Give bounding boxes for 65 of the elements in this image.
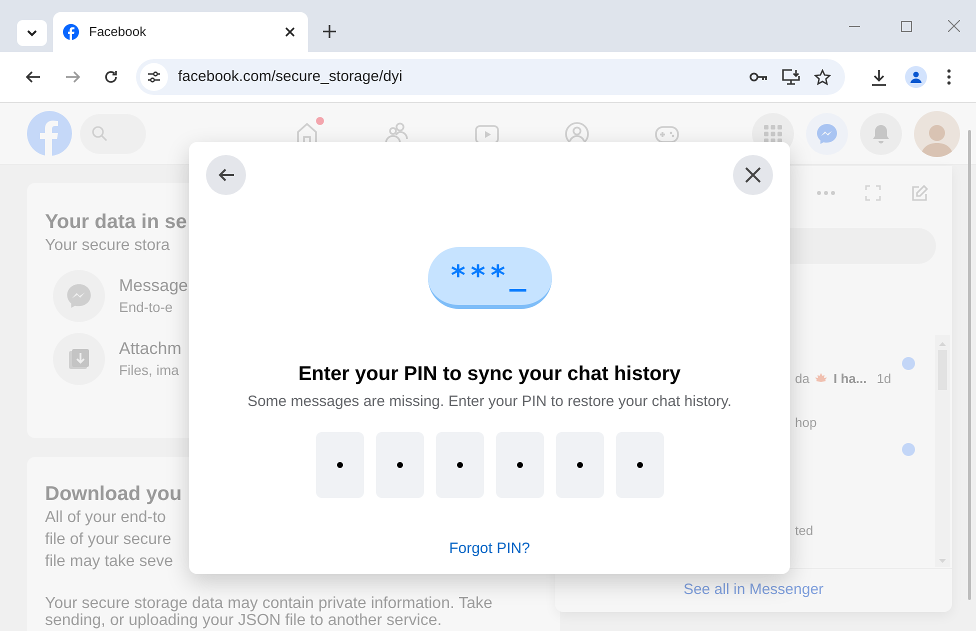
close-button[interactable] bbox=[733, 155, 773, 195]
message-time: 1d bbox=[876, 370, 892, 388]
pin-digit-field[interactable] bbox=[616, 432, 664, 498]
message-preview: da bbox=[795, 370, 810, 388]
leaf-icon bbox=[815, 372, 828, 385]
bell-icon bbox=[872, 124, 890, 144]
notifications-button[interactable] bbox=[860, 112, 902, 154]
message-preview: I ha... bbox=[833, 370, 867, 388]
compose-icon[interactable] bbox=[911, 184, 928, 202]
section-title: Download you bbox=[45, 482, 182, 507]
tab-title: Facebook bbox=[89, 23, 146, 42]
pin-digit-field[interactable] bbox=[316, 432, 364, 498]
section-description: All of your end-to file of your secure file may take seve bbox=[45, 508, 174, 572]
chat-bubble-icon bbox=[66, 283, 92, 309]
search-icon bbox=[92, 126, 107, 141]
pin-digit-field[interactable] bbox=[556, 432, 604, 498]
file-download-icon bbox=[67, 347, 91, 371]
item-title: Message bbox=[119, 275, 188, 297]
dialog-title: Enter your PIN to sync your chat history bbox=[298, 362, 681, 387]
pin-digit-field[interactable] bbox=[376, 432, 424, 498]
site-settings-icon[interactable] bbox=[140, 63, 168, 91]
menu-icon[interactable] bbox=[947, 69, 951, 85]
reload-icon bbox=[104, 70, 118, 84]
download-icon[interactable] bbox=[871, 68, 887, 86]
search-field[interactable] bbox=[80, 114, 146, 154]
more-dots-icon[interactable] bbox=[817, 191, 835, 195]
back-arrow-icon bbox=[218, 168, 234, 182]
back-button[interactable] bbox=[206, 155, 246, 195]
scrollbar-thumb[interactable] bbox=[968, 130, 971, 600]
item-subtitle: Files, ima bbox=[119, 361, 180, 380]
message-preview: hop bbox=[795, 414, 817, 432]
messenger-button[interactable] bbox=[806, 112, 848, 154]
url-text: facebook.com/secure_storage/dyi bbox=[178, 66, 402, 87]
item-subtitle: End-to-e bbox=[119, 298, 174, 317]
plus-icon bbox=[322, 24, 336, 38]
maximize-icon bbox=[900, 20, 912, 32]
forgot-pin-link[interactable]: Forgot PIN? bbox=[449, 538, 530, 560]
expand-icon[interactable] bbox=[865, 185, 881, 201]
browser-tab[interactable]: Facebook bbox=[53, 12, 308, 52]
pin-digit-field[interactable] bbox=[496, 432, 544, 498]
back-arrow-icon bbox=[26, 71, 40, 83]
forward-arrow-icon bbox=[66, 71, 80, 83]
close-icon bbox=[745, 167, 761, 183]
pin-illustration: ***_ bbox=[428, 247, 552, 309]
security-note: Your secure storage data may contain private information. Take sending, or uploading your JSON file to another service. bbox=[45, 595, 492, 629]
item-title: Attachm bbox=[119, 338, 182, 360]
dialog-subtitle: Some messages are missing. Enter your PIN to restore your chat history. bbox=[247, 392, 732, 412]
profile-icon[interactable] bbox=[905, 66, 927, 88]
section-subtitle: Your secure stora bbox=[45, 236, 170, 256]
logo-icon[interactable] bbox=[27, 111, 72, 156]
install-app-icon[interactable] bbox=[782, 69, 800, 85]
star-icon[interactable] bbox=[814, 68, 831, 86]
section-title: Your data in se bbox=[45, 210, 187, 235]
chevron-down-icon bbox=[27, 30, 37, 36]
address-bar[interactable]: facebook.com/secure_storage/dyi bbox=[136, 59, 845, 95]
message-preview: ted bbox=[795, 522, 814, 540]
scrollbar[interactable] bbox=[935, 335, 950, 567]
grid-icon bbox=[764, 124, 782, 142]
chat-bubble-icon bbox=[816, 122, 838, 144]
tab-search-button[interactable] bbox=[17, 20, 47, 46]
pin-digit-field[interactable] bbox=[436, 432, 484, 498]
close-icon bbox=[948, 20, 960, 32]
favicon-icon bbox=[63, 24, 79, 40]
key-icon[interactable] bbox=[749, 72, 768, 82]
avatar-button[interactable] bbox=[914, 110, 960, 156]
